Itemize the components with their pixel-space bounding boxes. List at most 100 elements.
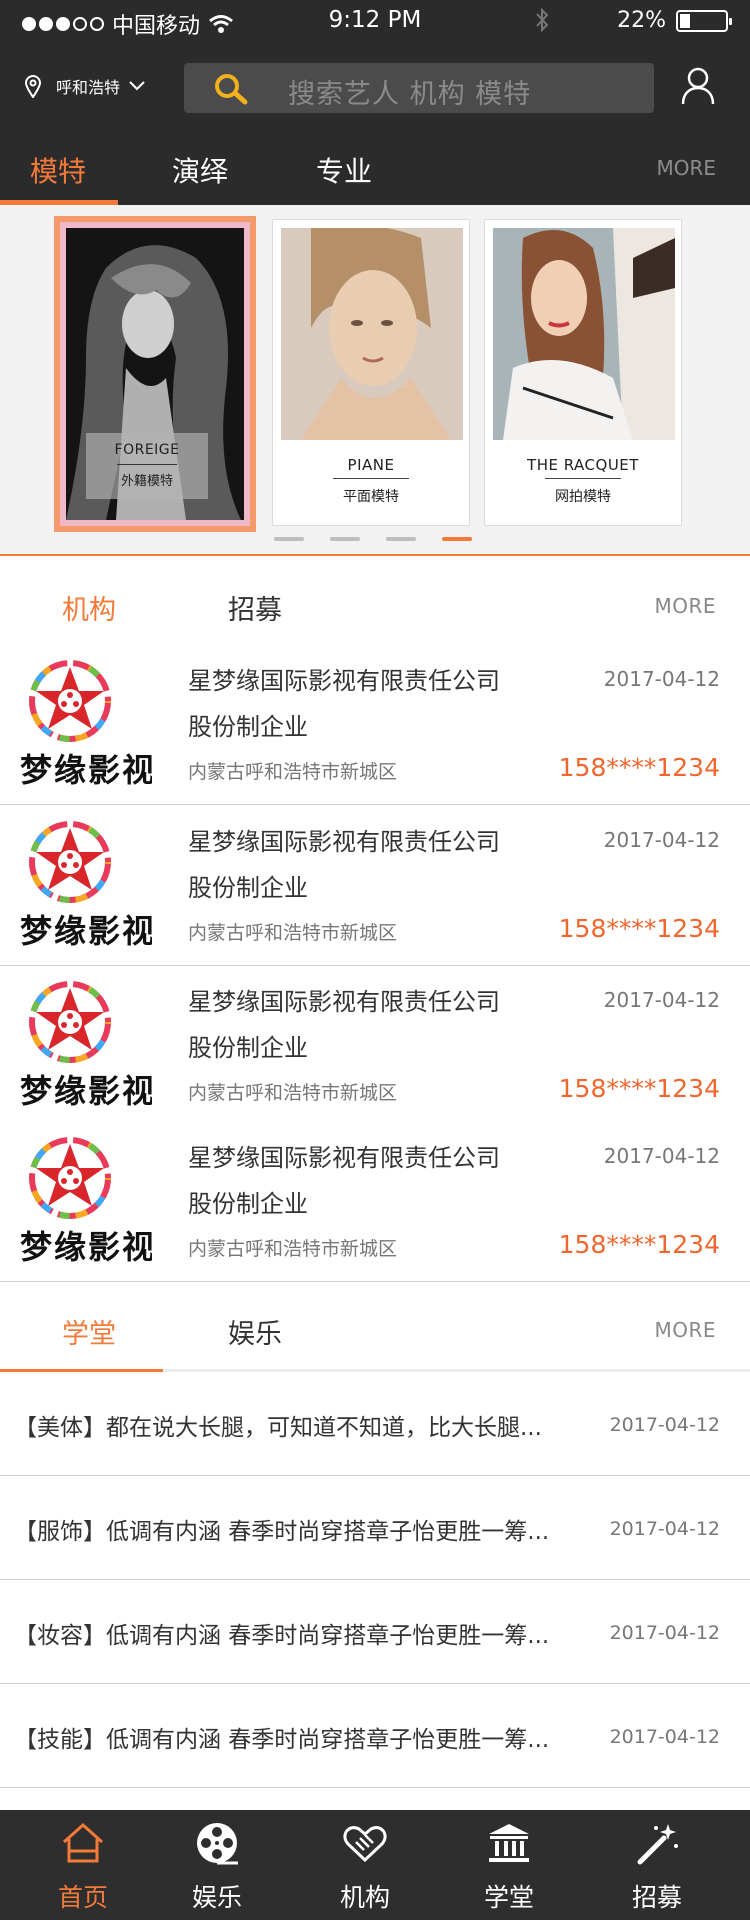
article-list-item[interactable]: 【服饰】低调有内涵 春季时尚穿搭章子怡更胜一筹... 2017-04-12 [0,1476,750,1580]
model-photo-online [493,228,675,440]
carousel-card-foreign[interactable]: FOREIGE 外籍模特 [54,216,256,532]
card-title-zh: 外籍模特 [120,474,173,489]
app-header: 中国移动 9:12 PM 22% 呼和浩特 搜索艺人 机构 模特 模特 演绎 专… [0,0,750,205]
agency-name: 星梦缘国际影视有限责任公司 [188,988,500,1016]
tab-model[interactable]: 模特 [30,150,86,190]
tab-school[interactable]: 学堂 [62,1312,116,1351]
location-label: 呼和浩特 [56,78,121,97]
card-title-zh: 平面模特 [343,489,399,505]
agency-address: 内蒙古呼和浩特市新城区 [188,922,398,944]
status-bar: 中国移动 9:12 PM 22% [0,0,750,42]
carousel-page-dot[interactable] [386,537,416,541]
search-icon [215,74,248,105]
bottom-tab-bar: 首页 娱乐 机构 学堂 招募 [0,1810,750,1920]
agency-name: 星梦缘国际影视有限责任公司 [188,667,500,695]
article-list-item[interactable]: 【妆容】低调有内涵 春季时尚穿搭章子怡更胜一筹... 2017-04-12 [0,1580,750,1684]
article-date: 2017-04-12 [609,1622,720,1644]
school-section-tabs: 学堂 娱乐 MORE [0,1282,750,1374]
carousel-card-online[interactable]: THE RACQUET 网拍模特 [484,219,682,526]
agency-type: 股份制企业 [188,1190,308,1218]
tab-performance[interactable]: 演绎 [172,150,228,190]
article-date: 2017-04-12 [609,1726,720,1748]
carousel-card-print[interactable]: PIANE 平面模特 [272,219,470,526]
tab-bar-entertainment[interactable]: 娱乐 [142,1810,292,1920]
card-caption: FOREIGE 外籍模特 [86,433,208,499]
chevron-down-icon [129,81,145,91]
article-title: 【技能】低调有内涵 春季时尚穿搭章子怡更胜一筹... [14,1727,550,1753]
tab-bar-label: 学堂 [483,1883,534,1912]
tab-agency[interactable]: 机构 [62,588,116,627]
agency-list-item[interactable]: 梦缘影视 星梦缘国际影视有限责任公司 股份制企业 内蒙古呼和浩特市新城区 201… [0,1122,750,1282]
agency-list-item[interactable]: 梦缘影视 星梦缘国际影视有限责任公司 股份制企业 内蒙古呼和浩特市新城区 201… [0,966,750,1126]
user-profile-icon[interactable] [680,66,716,106]
article-date: 2017-04-12 [609,1518,720,1540]
battery-percent: 22% [617,8,666,33]
agency-type: 股份制企业 [188,874,308,902]
card-title-en: FOREIGE [114,442,180,458]
agency-address: 内蒙古呼和浩特市新城区 [188,1238,398,1260]
tab-recruit[interactable]: 招募 [228,588,282,627]
model-photo-print [281,228,463,440]
tab-bar-recruit[interactable]: 招募 [582,1810,732,1920]
search-input[interactable]: 搜索艺人 机构 模特 [184,63,654,113]
article-title: 【妆容】低调有内涵 春季时尚穿搭章子怡更胜一筹... [14,1623,550,1649]
school-more-link[interactable]: MORE [654,1318,716,1342]
agency-date: 2017-04-12 [603,988,720,1012]
tab-professional[interactable]: 专业 [316,150,372,190]
category-more-link[interactable]: MORE [656,156,716,180]
location-selector[interactable]: 呼和浩特 [24,74,146,98]
magic-wand-icon [637,1824,678,1865]
agency-phone[interactable]: 158****1234 [559,1230,720,1259]
model-carousel[interactable]: FOREIGE 外籍模特 PIANE 平面模特 THE RACQUET 网拍模特 [0,205,750,555]
carousel-page-dot[interactable] [274,537,304,541]
home-icon [62,1822,104,1863]
tab-bar-label: 娱乐 [191,1883,242,1912]
tab-bar-label: 招募 [631,1883,682,1912]
agency-address: 内蒙古呼和浩特市新城区 [188,1082,398,1104]
tab-bar-home[interactable]: 首页 [8,1810,158,1920]
tab-bar-agency[interactable]: 机构 [290,1810,440,1920]
handshake-icon [343,1826,387,1863]
agency-date: 2017-04-12 [603,667,720,691]
location-pin-icon [24,75,42,98]
agency-type: 股份制企业 [188,713,308,741]
agency-phone[interactable]: 158****1234 [559,914,720,943]
battery-icon [676,9,732,32]
institution-icon [489,1824,529,1862]
agency-section-tabs: 机构 招募 MORE [0,558,750,650]
agency-address: 内蒙古呼和浩特市新城区 [188,761,398,783]
agency-phone[interactable]: 158****1234 [559,1074,720,1103]
article-date: 2017-04-12 [609,1414,720,1436]
divider [0,554,750,556]
article-title: 【服饰】低调有内涵 春季时尚穿搭章子怡更胜一筹... [14,1519,550,1545]
carousel-page-dot[interactable] [330,537,360,541]
tab-bar-label: 机构 [339,1883,390,1912]
bluetooth-icon [536,7,549,33]
agency-date: 2017-04-12 [603,1144,720,1168]
category-tabs: 模特 演绎 专业 MORE [0,140,750,205]
agency-type: 股份制企业 [188,1034,308,1062]
tab-bar-label: 首页 [57,1883,108,1912]
agency-logo-text: 梦缘影视 [20,751,152,787]
card-title-en: THE RACQUET [527,456,639,474]
agency-name: 星梦缘国际影视有限责任公司 [188,1144,500,1172]
search-placeholder: 搜索艺人 机构 模特 [288,79,532,110]
agency-date: 2017-04-12 [603,828,720,852]
article-list-item[interactable]: 【技能】低调有内涵 春季时尚穿搭章子怡更胜一筹... 2017-04-12 [0,1684,750,1788]
tab-bar-school[interactable]: 学堂 [434,1810,584,1920]
agency-logo-text: 梦缘影视 [20,1072,152,1108]
card-title-en: PIANE [347,456,395,474]
agency-name: 星梦缘国际影视有限责任公司 [188,828,500,856]
article-title: 【美体】都在说大长腿，可知道不知道，比大长腿... [14,1415,542,1441]
agency-list-item[interactable]: 梦缘影视 星梦缘国际影视有限责任公司 股份制企业 内蒙古呼和浩特市新城区 201… [0,645,750,805]
agency-logo-text: 梦缘影视 [20,912,152,948]
agency-logo-text: 梦缘影视 [20,1228,152,1264]
card-title-zh: 网拍模特 [555,489,611,505]
film-reel-icon [197,1823,238,1865]
tab-entertainment[interactable]: 娱乐 [228,1312,282,1351]
agency-more-link[interactable]: MORE [654,594,716,618]
article-list-item[interactable]: 【美体】都在说大长腿，可知道不知道，比大长腿... 2017-04-12 [0,1372,750,1476]
agency-phone[interactable]: 158****1234 [559,753,720,782]
agency-list-item[interactable]: 梦缘影视 星梦缘国际影视有限责任公司 股份制企业 内蒙古呼和浩特市新城区 201… [0,806,750,966]
carousel-page-dot-active[interactable] [442,537,472,541]
